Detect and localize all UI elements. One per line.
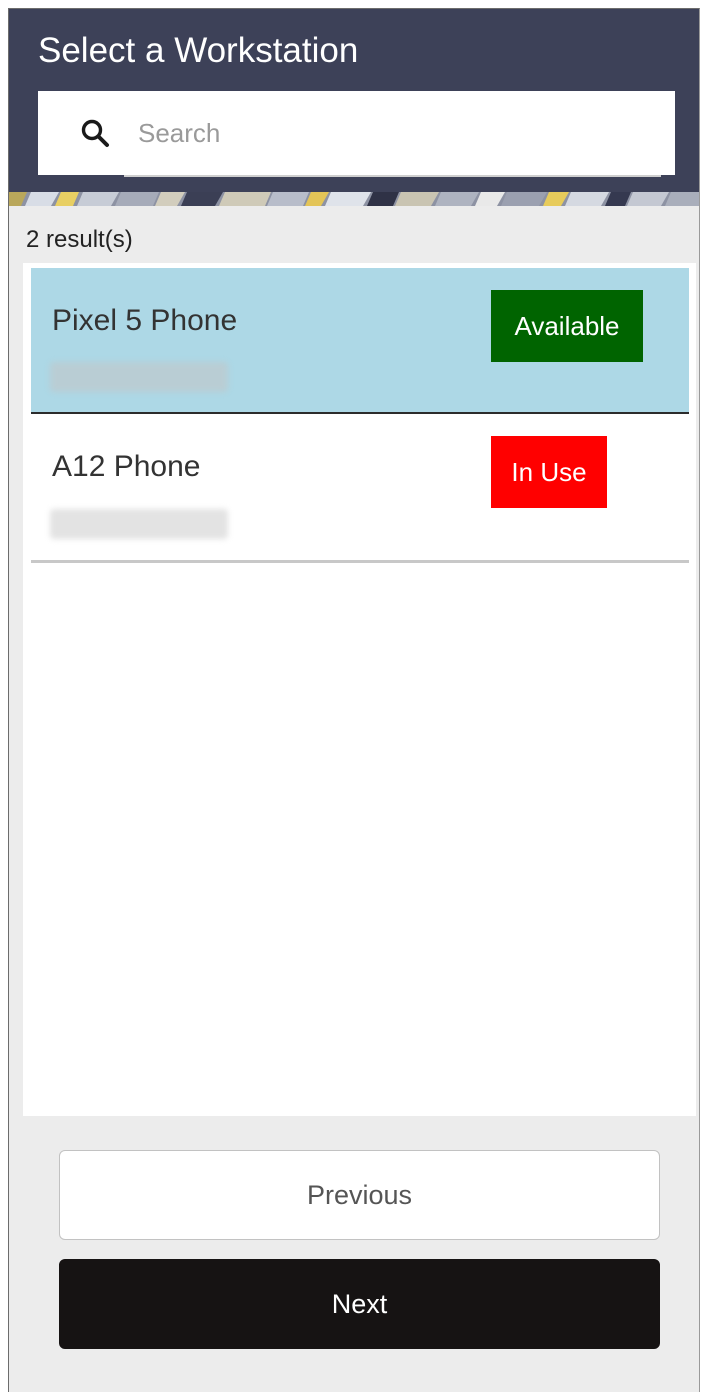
workstation-subtext-redacted xyxy=(50,509,228,539)
search-box[interactable] xyxy=(38,91,675,177)
decorative-pattern-band xyxy=(9,192,699,206)
status-badge-in-use: In Use xyxy=(491,436,607,508)
workstation-name: Pixel 5 Phone xyxy=(52,304,238,337)
search-input[interactable] xyxy=(138,113,578,153)
search-icon xyxy=(79,117,111,149)
previous-button[interactable]: Previous xyxy=(59,1150,660,1240)
result-count: 2 result(s) xyxy=(26,226,133,253)
page-title: Select a Workstation xyxy=(38,31,359,70)
header: Select a Workstation xyxy=(9,9,699,206)
content-area: 2 result(s) Pixel 5 Phone Available A12 … xyxy=(9,206,699,1392)
workstation-subtext-redacted xyxy=(50,362,228,392)
next-button[interactable]: Next xyxy=(59,1259,660,1349)
status-badge-available: Available xyxy=(491,290,643,362)
search-underline xyxy=(124,175,661,177)
workstation-row-a12-phone[interactable]: A12 Phone In Use xyxy=(31,414,689,563)
app-frame: Select a Workstation Search 2 result(s) … xyxy=(8,8,700,1392)
workstation-row-pixel-5-phone[interactable]: Pixel 5 Phone Available xyxy=(31,268,689,414)
workstation-name: A12 Phone xyxy=(52,450,201,483)
workstation-list: Pixel 5 Phone Available A12 Phone In Use xyxy=(23,263,696,1116)
